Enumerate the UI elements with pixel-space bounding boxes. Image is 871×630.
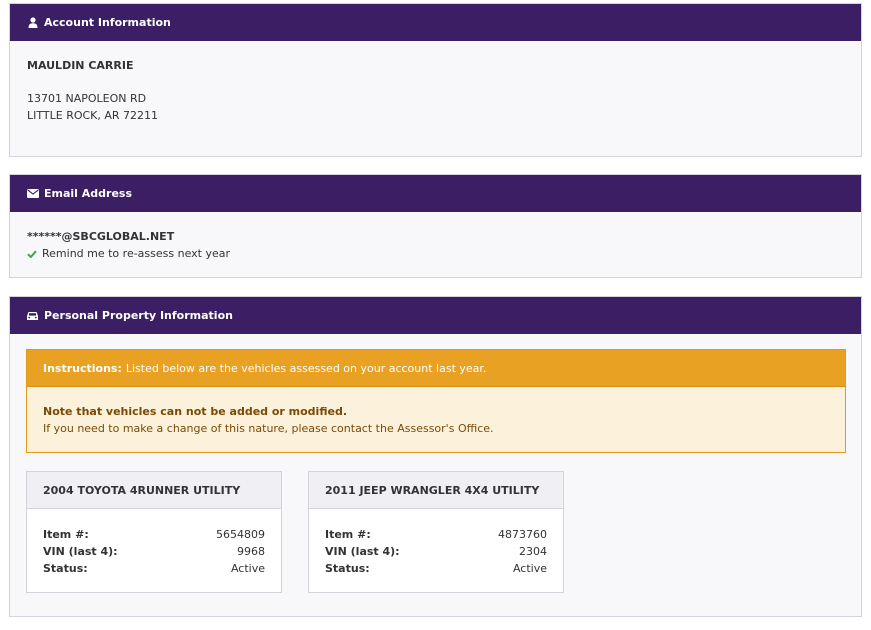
item-number-value: 4873760 [498,528,547,541]
vehicle-card: 2011 JEEP WRANGLER 4X4 UTILITY Item #: 4… [308,471,564,593]
instructions-text: Listed below are the vehicles assessed o… [125,361,487,375]
status-label: Status: [325,562,370,575]
status-label: Status: [43,562,88,575]
account-information-title: Account Information [44,16,171,29]
personal-property-header: Personal Property Information [10,297,861,334]
item-number-label: Item #: [43,528,89,541]
item-number-row: Item #: 5654809 [43,528,265,541]
vehicle-title: 2011 JEEP WRANGLER 4X4 UTILITY [309,472,563,509]
remind-option: Remind me to re-assess next year [27,247,230,260]
owner-name: MAULDIN CARRIE [27,59,134,72]
vehicle-title: 2004 TOYOTA 4RUNNER UTILITY [27,472,281,509]
instructions-label: Instructions: [43,361,122,375]
email-address-header: Email Address [10,175,861,212]
vin-row: VIN (last 4): 9968 [43,545,265,558]
item-number-value: 5654809 [216,528,265,541]
email-address-title: Email Address [44,187,133,200]
status-row: Status: Active [43,562,265,575]
vin-value: 2304 [519,545,547,558]
vehicle-card: 2004 TOYOTA 4RUNNER UTILITY Item #: 5654… [26,471,282,593]
account-information-header: Account Information [10,4,861,41]
instructions-alert: Instructions: Listed below are the vehic… [26,349,846,453]
account-information-panel: Account Information MAULDIN CARRIE 13701… [9,3,862,157]
car-icon [26,310,39,322]
status-row: Status: Active [325,562,547,575]
personal-property-panel: Personal Property Information Instructio… [9,296,862,617]
instructions-header: Instructions: Listed below are the vehic… [27,350,845,387]
user-icon [26,17,39,29]
email-value: ******@SBCGLOBAL.NET [27,230,175,243]
vin-row: VIN (last 4): 2304 [325,545,547,558]
note-title: Note that vehicles can not be added or m… [43,405,347,418]
address-line-1: 13701 NAPOLEON RD [27,92,147,105]
item-number-row: Item #: 4873760 [325,528,547,541]
vin-label: VIN (last 4): [325,545,400,558]
email-address-panel: Email Address ******@SBCGLOBAL.NET Remin… [9,174,862,278]
address-line-2: LITTLE ROCK, AR 72211 [27,109,159,122]
status-value: Active [230,562,265,575]
note-text: If you need to make a change of this nat… [43,422,494,435]
envelope-icon [26,188,39,200]
personal-property-title: Personal Property Information [44,309,233,322]
item-number-label: Item #: [325,528,371,541]
status-value: Active [512,562,547,575]
remind-label: Remind me to re-assess next year [42,247,231,260]
vin-value: 9968 [237,545,265,558]
check-icon [27,250,38,258]
vin-label: VIN (last 4): [43,545,118,558]
